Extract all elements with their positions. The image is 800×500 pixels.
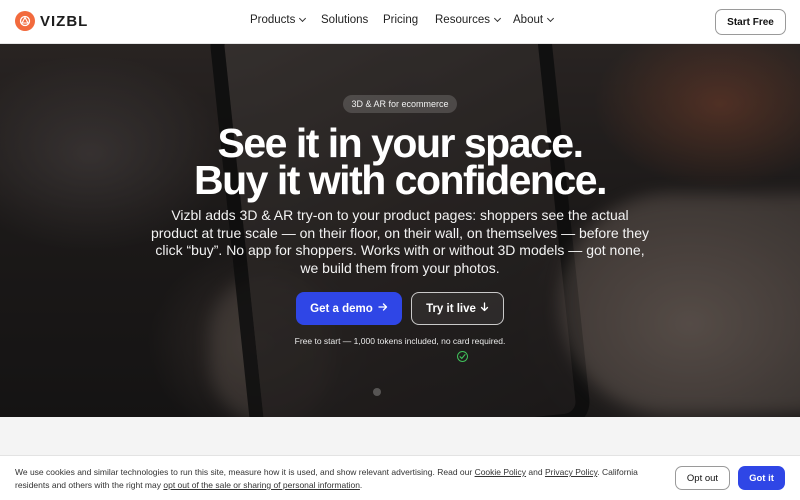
chevron-down-icon xyxy=(299,14,307,23)
privacy-policy-link[interactable]: Privacy Policy xyxy=(545,467,597,477)
cookie-text: We use cookies and similar technologies … xyxy=(15,466,665,492)
cookie-banner: We use cookies and similar technologies … xyxy=(0,455,800,500)
hero-badge: 3D & AR for ecommerce xyxy=(343,95,457,113)
nav-products[interactable]: Products xyxy=(250,14,307,26)
try-it-live-button[interactable]: Try it live xyxy=(411,292,504,325)
brand-name: VIZBL xyxy=(40,12,89,30)
try-it-live-label: Try it live xyxy=(426,302,476,315)
hero-note: Free to start — 1,000 tokens included, n… xyxy=(294,336,506,346)
got-it-button[interactable]: Got it xyxy=(738,466,785,490)
cookie-text-part-3: . xyxy=(359,480,363,490)
get-a-demo-button[interactable]: Get a demo xyxy=(296,292,402,325)
opt-out-button[interactable]: Opt out xyxy=(675,466,730,490)
hero-subtext: Vizbl adds 3D & AR try-on to your produc… xyxy=(150,207,650,276)
nav-solutions-label: Solutions xyxy=(321,14,369,26)
nav-resources-label: Resources xyxy=(435,14,490,26)
site-header: VIZBL Products Solutions Pricing Resourc… xyxy=(0,0,800,44)
hero-headline-line-2: Buy it with confidence. xyxy=(194,157,607,203)
nav-about[interactable]: About xyxy=(513,14,555,26)
nav-products-label: Products xyxy=(250,14,296,26)
hero-section: 3D & AR for ecommerce See it in your spa… xyxy=(0,44,800,417)
nav-about-label: About xyxy=(513,14,544,26)
camera-shutter-icon xyxy=(373,388,381,396)
chevron-down-icon xyxy=(493,14,502,23)
cookie-text-and: and xyxy=(526,467,545,477)
cookie-policy-link[interactable]: Cookie Policy xyxy=(475,467,527,477)
nav-pricing-label: Pricing xyxy=(383,14,419,26)
nav-resources[interactable]: Resources xyxy=(435,14,502,26)
nav-pricing[interactable]: Pricing xyxy=(383,14,418,26)
check-icon xyxy=(457,351,468,362)
arrow-right-icon xyxy=(378,302,388,315)
get-a-demo-label: Get a demo xyxy=(310,302,373,315)
start-free-button[interactable]: Start Free xyxy=(715,9,786,35)
nav-solutions[interactable]: Solutions xyxy=(321,14,368,26)
opt-out-link[interactable]: opt out of the sale or sharing of person… xyxy=(163,480,360,490)
vizbl-logo-icon xyxy=(15,11,35,31)
cookie-text-part-1: We use cookies and similar technologies … xyxy=(15,467,475,477)
chevron-down-icon xyxy=(547,14,555,23)
arrow-down-icon xyxy=(480,302,489,315)
logo[interactable]: VIZBL xyxy=(15,11,88,31)
